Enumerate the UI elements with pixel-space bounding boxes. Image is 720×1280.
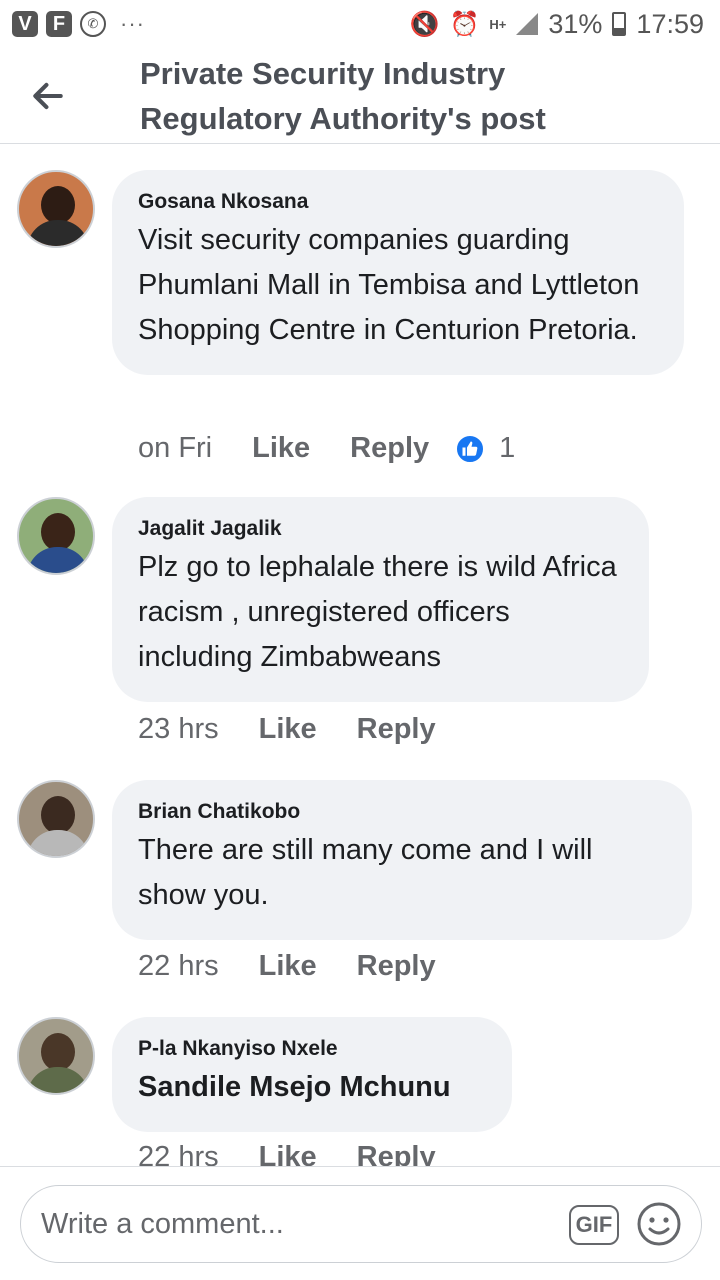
reply-button[interactable]: Reply [357,950,436,983]
whatsapp-icon: ✆ [80,11,106,37]
comment-text: Plz go to lephalale there is wild Africa… [138,551,617,673]
notification-icons: V F ✆ ··· [12,11,145,37]
comment-bubble[interactable]: Gosana Nkosana Visit security companies … [112,170,684,375]
comment-bubble[interactable]: Brian Chatikobo There are still many com… [112,780,692,940]
battery-percent: 31% [548,8,603,39]
comment-time[interactable]: 23 hrs [138,713,219,746]
comment-input[interactable]: Write a comment... GIF [20,1185,702,1263]
comment-bubble[interactable]: Jagalit Jagalik Plz go to lephalale ther… [112,497,649,702]
system-icons: 🔇 ⏰ H+ 31% 17:59 [410,9,704,40]
flipboard-icon: F [46,11,72,37]
signal-icon [516,13,539,35]
avatar[interactable] [17,1017,95,1095]
comment-time[interactable]: 22 hrs [138,950,219,983]
arrow-left-icon [33,82,63,109]
comment-actions: on Fri Like Reply 1 [138,432,515,465]
reaction-count[interactable]: 1 [499,432,515,465]
avatar[interactable] [17,497,95,575]
viber-icon: V [12,11,38,37]
comment-author[interactable]: Jagalit Jagalik [138,515,623,543]
back-button[interactable] [0,48,96,144]
avatar[interactable] [17,170,95,248]
battery-icon [612,12,627,36]
reply-button[interactable]: Reply [350,432,429,465]
comment-bubble[interactable]: P-la Nkanyiso Nxele Sandile Msejo Mchunu [112,1017,512,1132]
comment-text: Visit security companies guarding Phumla… [138,224,640,346]
like-button[interactable]: Like [259,950,317,983]
network-type: H+ [489,16,507,32]
comment-time[interactable]: on Fri [138,432,212,465]
more-notifications-icon: ··· [120,11,145,36]
tagged-user-link[interactable]: Sandile Msejo Mchunu [138,1065,486,1110]
comment-composer: Write a comment... GIF [0,1166,720,1280]
comment-author[interactable]: P-la Nkanyiso Nxele [138,1035,486,1063]
like-reaction-icon[interactable] [455,433,486,464]
like-button[interactable]: Like [259,713,317,746]
alarm-icon: ⏰ [449,10,480,38]
clock: 17:59 [636,8,704,39]
comment-text: There are still many come and I will sho… [138,834,593,911]
gif-button[interactable]: GIF [569,1205,619,1245]
avatar[interactable] [17,780,95,858]
comment-actions: 23 hrs Like Reply [138,713,436,746]
comment-input-placeholder: Write a comment... [41,1207,284,1240]
app-header: Private Security Industry Regulatory Aut… [0,48,720,144]
reply-button[interactable]: Reply [357,713,436,746]
comment-author[interactable]: Gosana Nkosana [138,188,658,216]
status-bar: V F ✆ ··· 🔇 ⏰ H+ 31% 17:59 [0,0,720,48]
like-button[interactable]: Like [252,432,310,465]
page-title: Private Security Industry Regulatory Aut… [140,55,546,136]
comment-author[interactable]: Brian Chatikobo [138,798,666,826]
comment-actions: 22 hrs Like Reply [138,950,436,983]
emoji-icon[interactable] [635,1200,683,1248]
mute-icon: 🔇 [409,10,440,38]
